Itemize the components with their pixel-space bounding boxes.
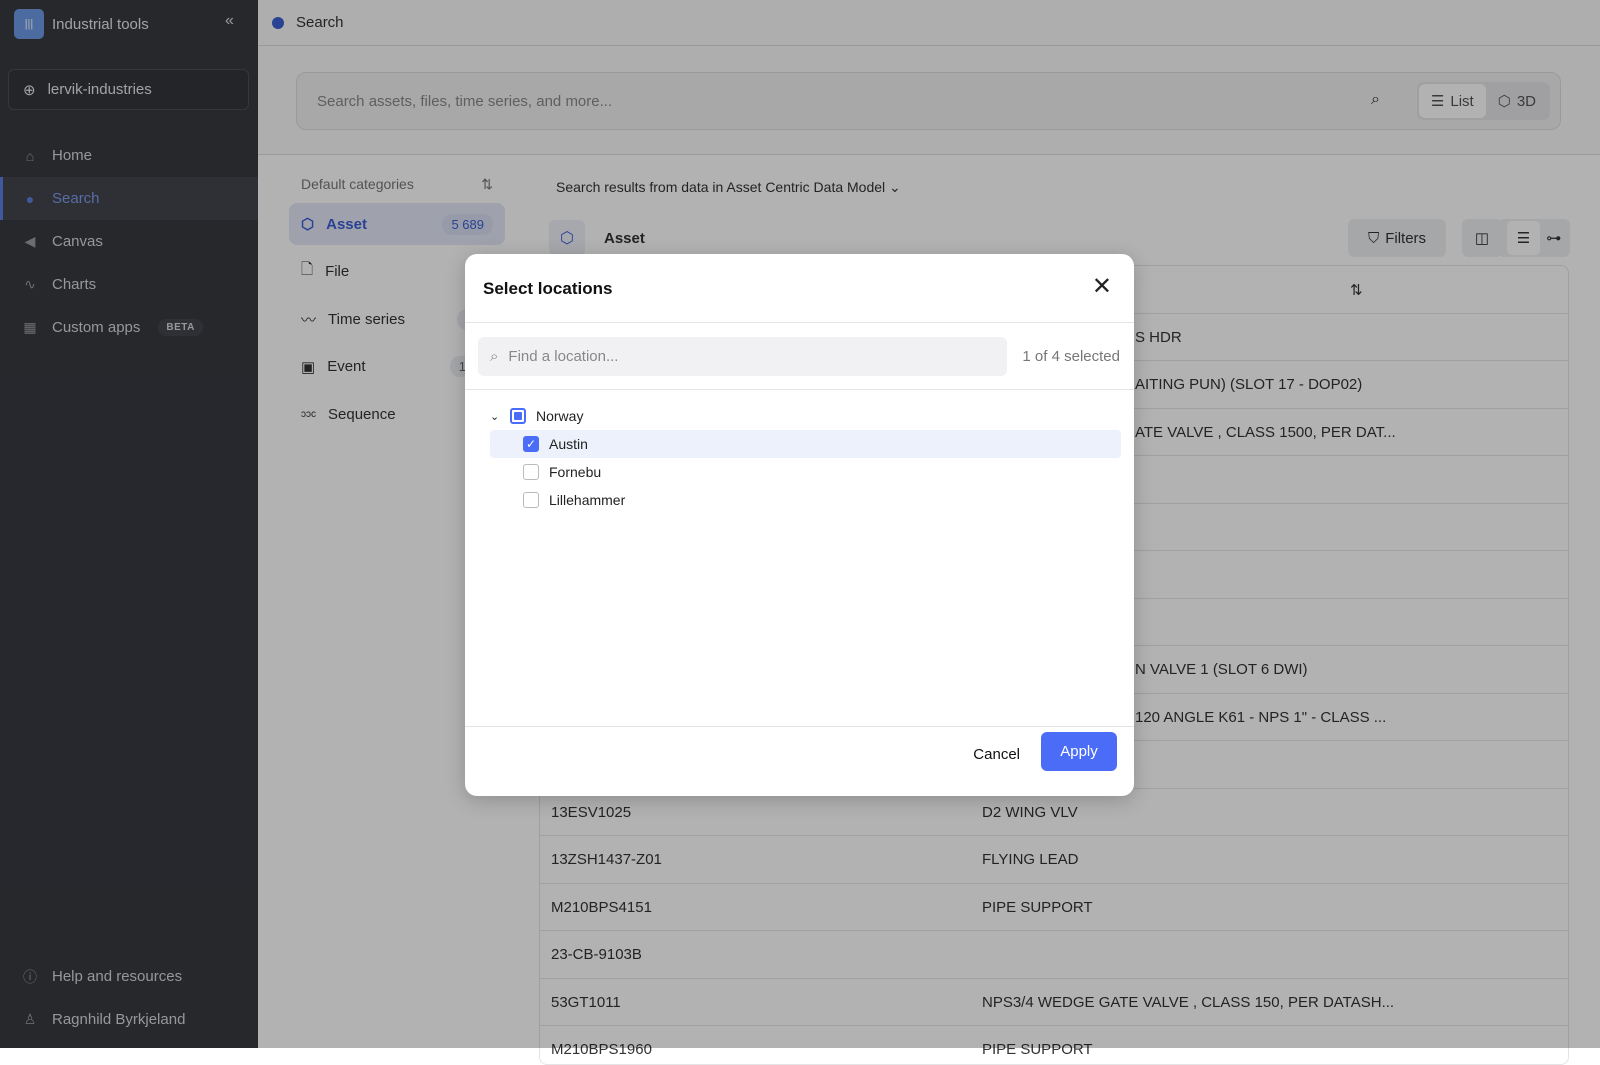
checkbox[interactable] (523, 492, 539, 508)
tree-item-fornebu[interactable]: Fornebu (490, 458, 1121, 486)
location-tree: ⌄ Norway ✓ Austin Fornebu Lillehammer (490, 402, 1121, 514)
tree-item-label: Norway (536, 408, 584, 424)
location-search-input[interactable]: ⌕ Find a location... (478, 337, 1007, 376)
select-locations-modal: Select locations ✕ ⌕ Find a location... 1… (465, 254, 1134, 796)
close-icon[interactable]: ✕ (1092, 272, 1112, 301)
tree-item-label: Lillehammer (549, 492, 626, 508)
location-search-placeholder: Find a location... (508, 348, 619, 365)
checkbox[interactable]: ✓ (523, 436, 539, 452)
modal-title: Select locations (483, 279, 613, 298)
chevron-down-icon[interactable]: ⌄ (490, 410, 500, 423)
tree-item-norway[interactable]: ⌄ Norway (490, 402, 1121, 430)
checkbox[interactable] (523, 464, 539, 480)
tree-item-lillehammer[interactable]: Lillehammer (490, 486, 1121, 514)
tree-item-austin[interactable]: ✓ Austin (490, 430, 1121, 458)
search-icon: ⌕ (490, 348, 499, 365)
divider (465, 389, 1134, 390)
selected-count: 1 of 4 selected (1022, 348, 1120, 365)
divider (465, 726, 1134, 727)
divider (465, 322, 1134, 323)
checkbox[interactable] (510, 408, 526, 424)
tree-item-label: Fornebu (549, 464, 602, 480)
cancel-button[interactable]: Cancel (973, 746, 1020, 763)
tree-item-label: Austin (549, 436, 588, 452)
apply-button[interactable]: Apply (1041, 732, 1117, 771)
